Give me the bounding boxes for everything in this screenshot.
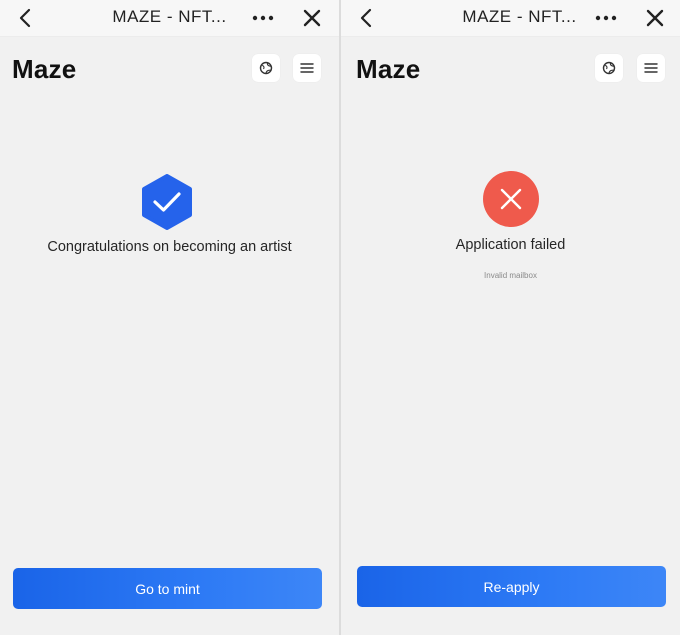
browser-topbar: MAZE - NFT...	[0, 0, 339, 37]
menu-button[interactable]	[637, 54, 665, 82]
more-button[interactable]	[250, 8, 276, 28]
close-button[interactable]	[301, 7, 323, 29]
menu-button[interactable]	[293, 54, 321, 82]
browser-topbar: MAZE - NFT...	[341, 0, 680, 37]
hamburger-menu-icon	[300, 63, 314, 73]
x-circle-icon	[483, 171, 539, 227]
re-apply-button[interactable]: Re-apply	[357, 566, 666, 607]
more-button[interactable]	[593, 8, 619, 28]
more-horizontal-icon	[595, 15, 617, 21]
success-message: Congratulations on becoming an artist	[47, 239, 292, 255]
maze-logo[interactable]: Maze	[356, 54, 420, 85]
failure-screen: MAZE - NFT... Maze Application failed In…	[341, 0, 680, 635]
failure-message: Application failed	[455, 237, 566, 253]
hamburger-menu-icon	[644, 63, 658, 73]
close-icon	[646, 9, 664, 27]
app-header: Maze	[341, 40, 680, 94]
maze-logo[interactable]: Maze	[12, 54, 76, 85]
more-horizontal-icon	[252, 15, 274, 21]
globe-icon	[259, 61, 273, 75]
language-button[interactable]	[252, 54, 280, 82]
browser-title: MAZE - NFT...	[112, 7, 227, 26]
browser-title: MAZE - NFT...	[462, 7, 577, 26]
language-button[interactable]	[595, 54, 623, 82]
globe-icon	[602, 61, 616, 75]
check-hexagon-icon	[140, 174, 194, 230]
app-header: Maze	[0, 40, 339, 94]
close-icon	[303, 9, 321, 27]
go-to-mint-button[interactable]: Go to mint	[13, 568, 322, 609]
close-button[interactable]	[644, 7, 666, 29]
success-screen: MAZE - NFT... Maze Congratulations on be…	[0, 0, 339, 635]
failure-detail: Invalid mailbox	[484, 271, 537, 280]
